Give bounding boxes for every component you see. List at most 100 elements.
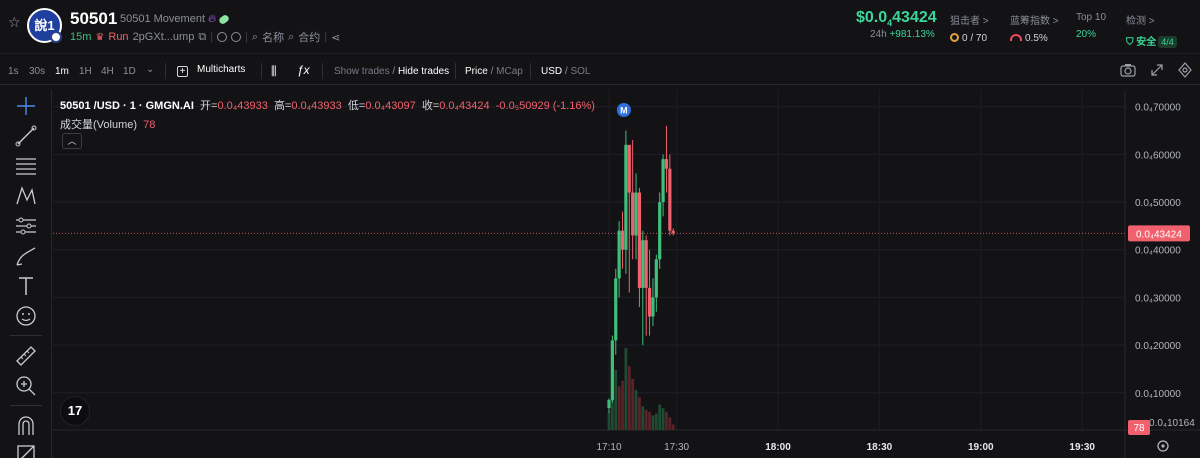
favorite-star-icon[interactable]: ☆ xyxy=(8,15,22,29)
top10-stat: Top 10 20% xyxy=(1076,12,1106,40)
usd-label: USD xyxy=(541,66,563,77)
zoom-in-icon[interactable] xyxy=(14,374,38,398)
copy-icon[interactable]: ⧉ xyxy=(198,31,206,44)
volume-legend: 成交量(Volume) 78 xyxy=(60,116,155,132)
low-value: 0.0₄43097 xyxy=(365,100,416,112)
x-axis-tick-label: 18:00 xyxy=(765,442,791,453)
volume-bar xyxy=(661,408,665,430)
search-contract-icon: ⌕ xyxy=(288,30,295,43)
interval-1m[interactable]: 1m xyxy=(55,66,69,77)
lock-drawing-icon[interactable] xyxy=(14,442,38,458)
candle-body xyxy=(624,144,628,250)
candle-body xyxy=(607,399,611,409)
collapse-legend-button[interactable]: ︿ xyxy=(62,133,82,149)
close-label: 收= xyxy=(421,100,440,112)
axis-settings-icon-center xyxy=(1161,444,1165,448)
bluechip-label: 蓝筹指数 > xyxy=(1010,16,1059,27)
share-icon[interactable]: ⋖ xyxy=(331,31,340,44)
change-value: +981.13% xyxy=(889,29,935,40)
crosshair-icon[interactable] xyxy=(14,94,38,118)
indicators-icon[interactable]: ƒx xyxy=(297,63,310,77)
text-tool-icon[interactable] xyxy=(14,274,38,298)
candle-body xyxy=(641,240,645,288)
high-value: 0.0₄43933 xyxy=(291,100,342,112)
candle-body xyxy=(671,230,675,234)
current-price-tag-label: 0.0₄43424 xyxy=(1136,229,1182,240)
volume-bar xyxy=(654,413,658,430)
token-header: ☆ 說1 50501 50501 Movement 🔥︎ 15m ♛ Run 2p… xyxy=(0,0,1200,54)
volume-bar xyxy=(648,411,651,430)
x-axis-tick-label: 17:10 xyxy=(596,442,621,453)
contract-address[interactable]: 2pGXt...ump xyxy=(133,31,195,43)
candle-body xyxy=(627,144,631,193)
candle-body xyxy=(658,202,662,260)
interval-30s[interactable]: 30s xyxy=(29,66,45,77)
interval-1h[interactable]: 1H xyxy=(79,66,92,77)
candle-body xyxy=(631,192,635,236)
search-name-icon: ⌕ xyxy=(251,30,259,43)
avatar-badge-icon xyxy=(50,31,62,43)
candle-style-icon[interactable]: ⫼ xyxy=(271,64,277,79)
price-mcap-toggle[interactable]: Price / MCap xyxy=(465,66,523,77)
volume-bar xyxy=(651,415,655,430)
candle-body xyxy=(664,159,669,169)
volume-bar xyxy=(614,369,618,430)
bluechip-value: 0.5% xyxy=(1025,33,1048,44)
chevron-down-icon[interactable]: ⌄ xyxy=(146,64,154,75)
snipers-stat[interactable]: 狙击者 > 0 / 70 xyxy=(950,12,989,44)
brush-icon[interactable] xyxy=(14,244,38,268)
expand-icon[interactable] xyxy=(1150,63,1164,77)
volume-bar xyxy=(617,386,621,430)
tools-divider xyxy=(10,405,42,406)
pattern-icon[interactable] xyxy=(14,184,38,208)
high-label: 高= xyxy=(273,100,292,112)
trend-line-icon[interactable] xyxy=(14,124,38,148)
x-axis-tick-label: 19:30 xyxy=(1069,442,1095,453)
volume-bar xyxy=(644,409,648,430)
settings-icon[interactable] xyxy=(1177,62,1193,78)
exchange-icon[interactable] xyxy=(231,32,242,42)
volume-bar xyxy=(665,411,668,430)
show-trades-toggle[interactable]: Show trades / Hide trades xyxy=(334,66,449,77)
ruler-icon[interactable] xyxy=(14,344,38,368)
security-check-stat[interactable]: 检测 > ⛉ 安全 4/4 xyxy=(1126,12,1177,48)
projection-icon[interactable] xyxy=(14,214,38,238)
emoji-icon[interactable] xyxy=(14,304,38,328)
toolbar-divider xyxy=(322,63,323,79)
multicharts-button[interactable]: + Multicharts xyxy=(177,64,245,77)
divider: | xyxy=(245,31,248,43)
interval-1d[interactable]: 1D xyxy=(123,66,136,77)
volume-bar xyxy=(668,417,672,430)
interval-4h[interactable]: 4H xyxy=(101,66,114,77)
migration-marker-label: M xyxy=(620,106,628,116)
magnet-icon[interactable] xyxy=(14,414,38,438)
fib-lines-icon[interactable] xyxy=(14,154,38,178)
search-contract-link[interactable]: 合约 xyxy=(298,29,320,45)
gauge-icon xyxy=(1010,34,1022,41)
token-symbol: 50501 xyxy=(70,9,118,28)
volume-bar xyxy=(658,404,662,430)
x-axis-tick-label: 17:30 xyxy=(664,442,689,453)
price-chart[interactable]: 0.0₄70000 0.0₄60000 0.0₄50000 0.0₄40000 0.0₄… xyxy=(53,90,1200,458)
top10-label: Top 10 xyxy=(1076,12,1107,23)
toolbar-divider xyxy=(165,63,166,79)
y-axis-tick-label: 0.0₄30000 xyxy=(1135,293,1181,304)
currency-toggle[interactable]: USD / SOL xyxy=(541,66,590,77)
search-name-link[interactable]: 名称 xyxy=(262,29,284,45)
bluechip-stat[interactable]: 蓝筹指数 > 0.5% xyxy=(1010,12,1059,44)
camera-icon[interactable] xyxy=(1120,63,1136,77)
y-axis-tick-label: 0.0₄10000 xyxy=(1135,389,1181,400)
sniper-ring-icon xyxy=(950,33,959,42)
tools-divider xyxy=(10,335,42,336)
token-meta-row: 15m ♛ Run 2pGXt...ump ⧉ | | ⌕ 名称 ⌕ 合约 | … xyxy=(70,29,340,45)
candle-body xyxy=(610,340,614,400)
token-full-name: 50501 Movement 🔥︎ xyxy=(120,13,231,26)
volume-bar xyxy=(624,348,628,430)
y-axis-tick-label: 0.0₄50000 xyxy=(1135,198,1181,209)
tradingview-logo[interactable]: 17 xyxy=(60,396,90,426)
toolbar-divider xyxy=(530,63,531,79)
volume-bar xyxy=(631,378,635,430)
globe-icon[interactable] xyxy=(217,32,228,42)
legend-title: 50501 /USD · 1 · GMGN.AI xyxy=(60,100,194,112)
interval-1s[interactable]: 1s xyxy=(8,66,19,77)
